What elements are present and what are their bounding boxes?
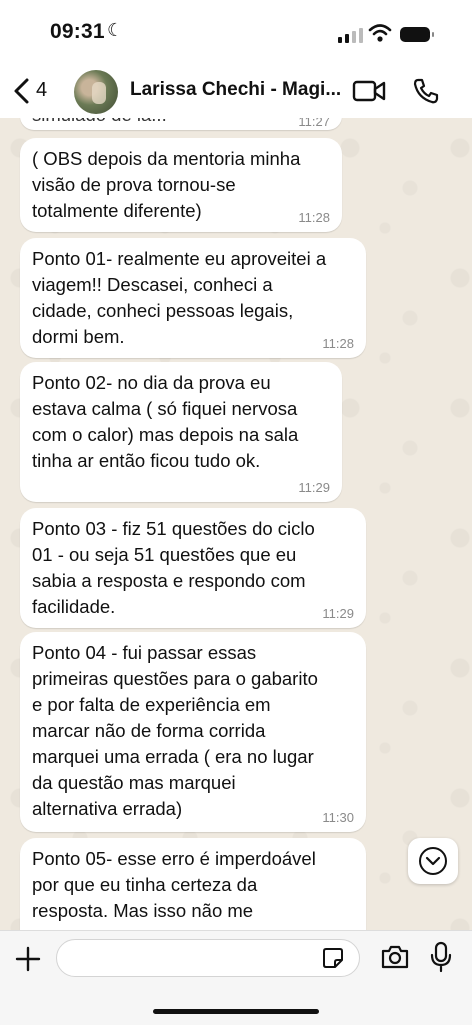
message-bubble[interactable]: Ponto 05- esse erro é imperdoável por qu… [20, 838, 366, 930]
message-list[interactable]: simulado de lá... 11:27 ( OBS depois da … [0, 118, 472, 930]
message-bubble[interactable]: Ponto 03 - fiz 51 questões do ciclo 01 -… [20, 508, 366, 628]
message-time: 11:30 [322, 810, 354, 825]
sticker-icon[interactable] [322, 947, 344, 969]
composer-bar [0, 930, 472, 1025]
message-bubble[interactable]: Ponto 04 - fui passar essas primeiras qu… [20, 632, 366, 832]
message-text: Ponto 05- esse erro é imperdoável por qu… [32, 848, 316, 921]
status-time: 09:31 [50, 20, 105, 43]
back-chevron-icon[interactable] [10, 76, 36, 106]
video-call-icon[interactable] [352, 79, 386, 103]
plus-icon[interactable] [14, 945, 42, 973]
message-bubble[interactable]: ( OBS depois da mentoria minha visão de … [20, 138, 342, 232]
message-time: 11:28 [322, 336, 354, 351]
unread-count[interactable]: 4 [36, 79, 47, 102]
voice-call-icon[interactable] [412, 77, 440, 105]
message-input[interactable] [56, 939, 360, 977]
contact-name[interactable]: Larissa Chechi - Magi... [130, 79, 341, 101]
message-text: simulado de lá... [32, 118, 330, 128]
focus-moon-icon: ☾ [107, 20, 124, 40]
scroll-to-bottom-button[interactable] [408, 838, 458, 884]
message-bubble[interactable]: Ponto 02- no dia da prova eu estava calm… [20, 362, 342, 502]
status-bar: 09:31 ☾ [0, 0, 472, 66]
message-bubble[interactable]: simulado de lá... 11:27 [20, 118, 342, 130]
message-time: 11:27 [298, 118, 330, 129]
battery-icon [400, 27, 434, 42]
message-text: ( OBS depois da mentoria minha visão de … [32, 148, 301, 221]
chat-header: 4 Larissa Chechi - Magi... [0, 66, 472, 119]
camera-icon[interactable] [380, 943, 410, 971]
home-indicator [153, 1009, 319, 1014]
wifi-icon [368, 24, 392, 42]
message-time: 11:29 [322, 606, 354, 621]
microphone-icon[interactable] [430, 941, 452, 973]
message-time: 11:28 [298, 210, 330, 225]
message-text: Ponto 03 - fiz 51 questões do ciclo 01 -… [32, 518, 315, 617]
message-time: 11:29 [298, 480, 330, 495]
message-text: Ponto 02- no dia da prova eu estava calm… [32, 372, 299, 471]
message-text: Ponto 01- realmente eu aproveitei a viag… [32, 248, 327, 347]
contact-avatar[interactable] [74, 70, 118, 114]
message-bubble[interactable]: Ponto 01- realmente eu aproveitei a viag… [20, 238, 366, 358]
message-text: Ponto 04 - fui passar essas primeiras qu… [32, 642, 318, 819]
chevron-down-circle-icon [419, 847, 447, 875]
cellular-signal-icon [338, 27, 364, 43]
